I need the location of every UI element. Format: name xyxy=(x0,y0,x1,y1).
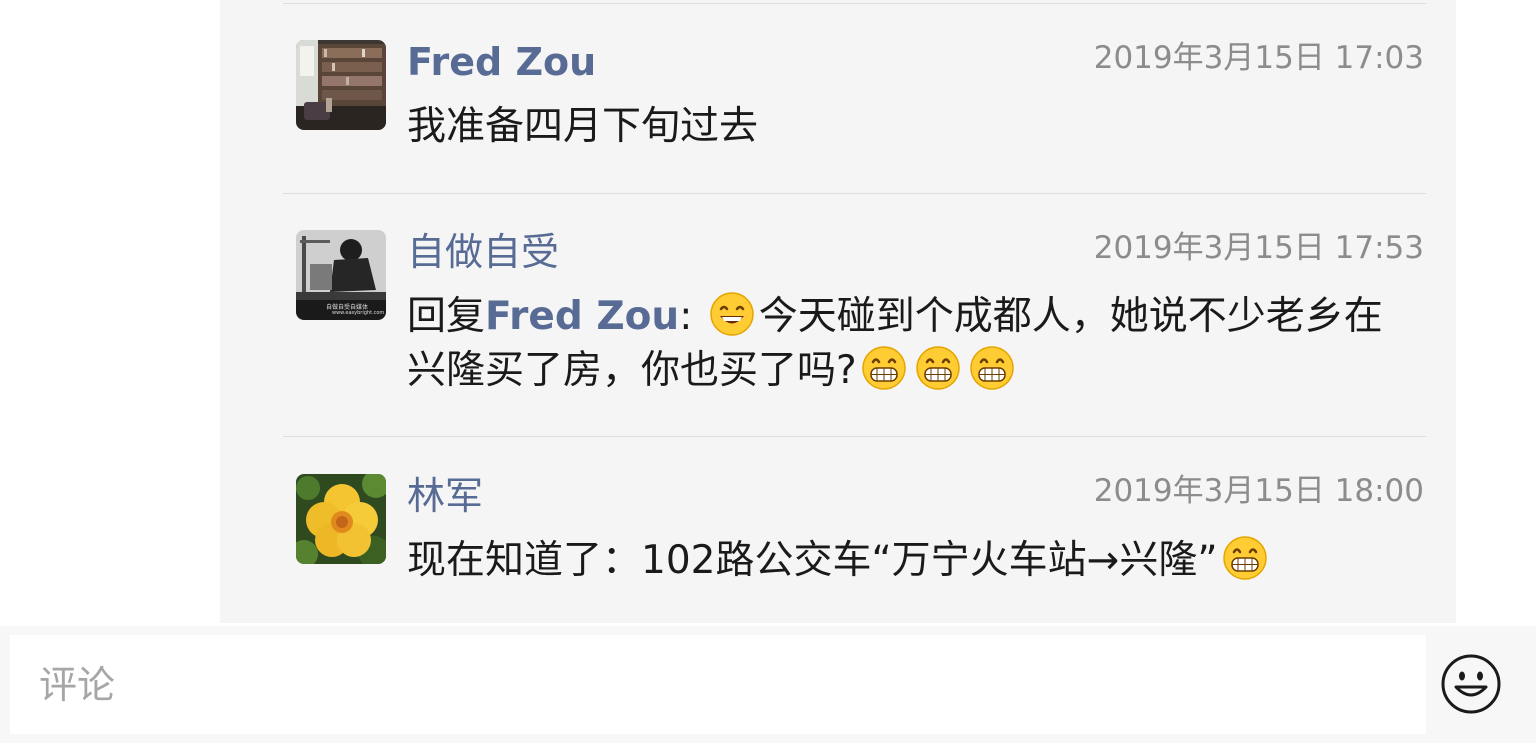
avatar[interactable] xyxy=(296,40,386,130)
comment-text: 现在知道了：102路公交车“万宁火车站→兴隆” xyxy=(407,534,1417,588)
divider xyxy=(283,3,1426,4)
bookshelf-avatar-image xyxy=(296,40,386,130)
grin-emoji-icon xyxy=(861,345,907,391)
comment-time: 2019年3月15日 17:03 xyxy=(1093,40,1424,76)
comment-author[interactable]: 林军 xyxy=(407,473,483,519)
reply-colon: : xyxy=(679,294,705,339)
smile-emoji-icon xyxy=(709,291,755,337)
comment-author[interactable]: 自做自受 xyxy=(407,229,559,275)
reply-mention[interactable]: Fred Zou xyxy=(485,294,679,339)
comment-text: 回复Fred Zou: 今天碰到个成都人，她说不少老乡在兴隆买了房，你也买了吗? xyxy=(407,290,1407,398)
grin-emoji-icon xyxy=(915,345,961,391)
avatar[interactable] xyxy=(296,474,386,564)
emoji-face-icon[interactable] xyxy=(1440,653,1502,715)
divider xyxy=(283,436,1426,437)
reply-prefix: 回复 xyxy=(407,294,486,339)
avatar-url: www.easybright.com xyxy=(332,310,385,316)
comment-input[interactable] xyxy=(10,635,1426,734)
avatar[interactable]: 自做自受自媒体 www.easybright.com xyxy=(296,230,386,320)
comment-input-bar xyxy=(0,626,1536,743)
comment-text-body: 现在知道了：102路公交车“万宁火车站→兴隆” xyxy=(407,538,1218,583)
yellow-flower-avatar-image xyxy=(296,474,386,564)
divider xyxy=(283,193,1426,194)
comment-text: 我准备四月下旬过去 xyxy=(407,104,759,149)
grin-emoji-icon xyxy=(1222,535,1268,581)
comment-author[interactable]: Fred Zou xyxy=(407,39,596,85)
comment-time: 2019年3月15日 17:53 xyxy=(1093,230,1424,266)
comment-time: 2019年3月15日 18:00 xyxy=(1093,473,1424,509)
comments-panel: Fred Zou 2019年3月15日 17:03 我准备四月下旬过去 自做自受… xyxy=(220,0,1456,623)
grin-emoji-icon xyxy=(969,345,1015,391)
